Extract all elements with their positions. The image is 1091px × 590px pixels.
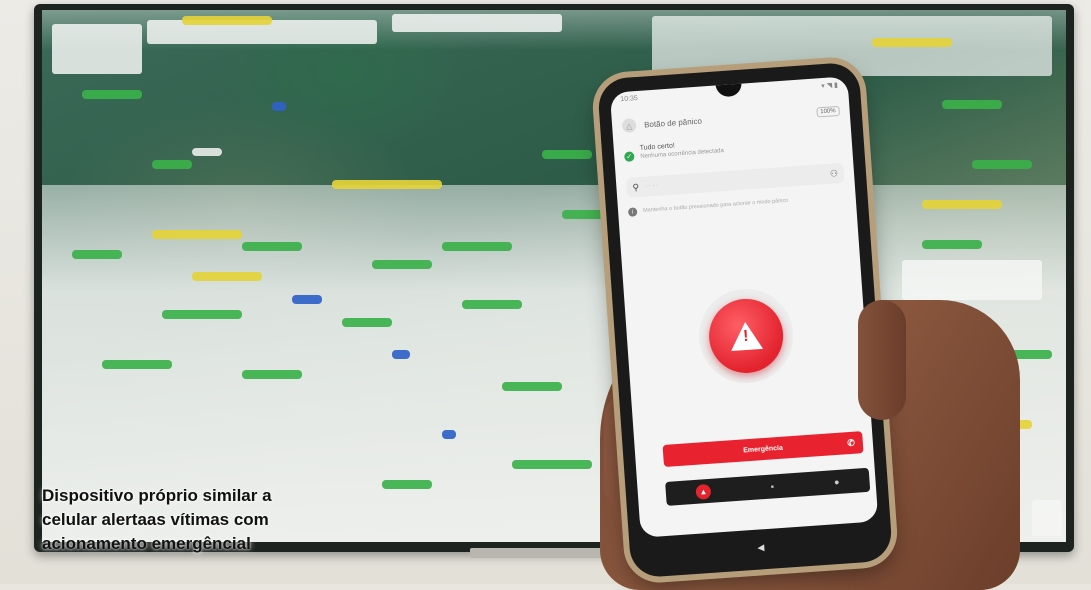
caption-line-2: celular alertaas vítimas com [42, 510, 269, 529]
clock: 10:35 [620, 94, 639, 104]
finger [858, 300, 906, 420]
map-label [972, 160, 1032, 169]
map-label [462, 300, 522, 309]
map-label [192, 272, 262, 281]
signal-icons: ▾ ◥ ▮ [821, 81, 839, 91]
map-label [502, 382, 562, 391]
smartphone: 10:35 ▾ ◥ ▮ △ Botão de pânico 100% ✓ Tud… [596, 61, 894, 579]
map-label [922, 240, 982, 249]
caption-line-3: acionamento emergêncial [42, 534, 251, 553]
map-label [152, 230, 242, 239]
back-icon[interactable]: ◀ [757, 542, 765, 553]
map-marker [442, 430, 456, 439]
map-label [82, 90, 142, 99]
map-marker [292, 295, 322, 304]
profile-icon[interactable]: ● [834, 477, 840, 487]
map-label [382, 480, 432, 489]
info-note: i Mantenha o botão pressionado para acio… [627, 193, 846, 217]
map-label [242, 370, 302, 379]
map-marker [272, 102, 286, 111]
map-zoom-control [1032, 500, 1062, 536]
map-marker [392, 350, 410, 359]
emergency-label: Emergência [743, 444, 784, 454]
info-icon: i [627, 207, 638, 217]
check-icon: ✓ [623, 151, 635, 163]
nav-alert-icon[interactable]: ▲ [695, 483, 712, 500]
panic-button[interactable]: ! [706, 296, 786, 376]
map-label [102, 360, 172, 369]
map-label [332, 180, 442, 189]
location-bar[interactable]: ⚲ · · · · ⚇ [625, 162, 845, 198]
map-label [872, 38, 952, 47]
chat-icon[interactable]: ▪ [770, 481, 774, 491]
emergency-button[interactable]: Emergência ✆ [662, 431, 864, 468]
map-label [192, 148, 222, 156]
warning-icon: ! [729, 320, 764, 352]
app-title: Botão de pânico [643, 116, 703, 130]
map-label [442, 242, 512, 251]
map-label [542, 150, 592, 159]
map-label [152, 160, 192, 169]
battery-indicator: 100% [815, 105, 840, 118]
shield-icon: △ [621, 118, 637, 134]
map-label [342, 318, 392, 327]
map-label [182, 16, 272, 25]
map-label [72, 250, 122, 259]
caption-line-1: Dispositivo próprio similar a [42, 486, 272, 505]
phone-icon: ✆ [846, 437, 856, 448]
map-label [512, 460, 592, 469]
map-panel [902, 260, 1042, 300]
map-label [162, 310, 242, 319]
map-panel [652, 16, 1052, 76]
photo-caption: Dispositivo próprio similar a celular al… [42, 484, 342, 556]
map-label [942, 100, 1002, 109]
location-value: · · · · [644, 182, 659, 190]
map-label [372, 260, 432, 269]
map-panel [52, 24, 142, 74]
map-label [922, 200, 1002, 209]
info-text: Mantenha o botão pressionado para aciona… [642, 197, 789, 214]
phone-screen: 10:35 ▾ ◥ ▮ △ Botão de pânico 100% ✓ Tud… [609, 76, 879, 538]
location-pin-icon: ⚲ [632, 181, 640, 193]
map-label [242, 242, 302, 251]
panic-button-ring: ! [695, 285, 797, 387]
add-user-icon[interactable]: ⚇ [830, 168, 839, 180]
bottom-nav: ▲ ▪ ● [665, 467, 871, 506]
map-panel [392, 14, 562, 32]
